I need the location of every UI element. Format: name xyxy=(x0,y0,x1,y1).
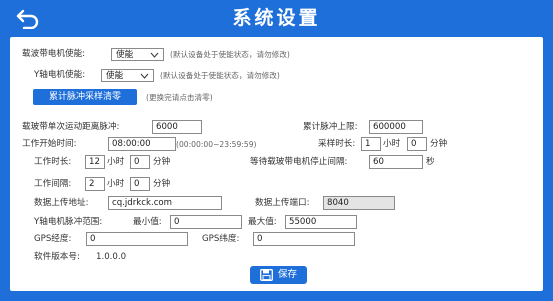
carrier-motor-enable-hint: (默认设备处于使能状态，请勿修改) xyxy=(170,50,290,59)
wait-interval-label: 等待载玻带电机停止间隔: xyxy=(250,157,348,167)
start-time-label: 工作开始时间: xyxy=(22,139,77,149)
y-pulse-max-input[interactable]: 55000 xyxy=(285,215,357,229)
work-hours-input[interactable]: 12 xyxy=(85,155,105,169)
y-pulse-min-input[interactable]: 0 xyxy=(170,215,242,229)
work-hours-unit: 小时 xyxy=(107,157,125,167)
y-motor-enable-select[interactable]: 使能 xyxy=(101,69,154,82)
save-button-label: 保存 xyxy=(278,269,298,280)
sample-hours-unit: 小时 xyxy=(383,139,401,149)
carrier-motor-enable-select[interactable]: 使能 xyxy=(111,48,164,61)
software-version-label: 软件版本号: xyxy=(34,252,80,262)
clear-pulse-button[interactable]: 累计脉冲采样清零 xyxy=(33,89,137,105)
y-motor-enable-value: 使能 xyxy=(106,71,124,81)
save-icon xyxy=(260,269,273,281)
software-version-value: 1.0.0.0 xyxy=(96,252,127,262)
upload-address-label: 数据上传地址: xyxy=(34,198,89,208)
start-time-hint: (00:00:00~23:59:59) xyxy=(176,140,257,149)
sample-duration-label: 采样时长: xyxy=(318,139,356,149)
y-motor-enable-label: Y轴电机使能: xyxy=(34,70,86,80)
settings-panel: 载波带电机使能: 使能 (默认设备处于使能状态，请勿修改) Y轴电机使能: 使能… xyxy=(10,37,543,291)
pulse-limit-label: 累计脉冲上限: xyxy=(303,122,358,132)
wait-interval-input[interactable]: 60 xyxy=(369,155,423,169)
gps-longitude-label: GPS经度: xyxy=(34,234,72,244)
gps-latitude-label: GPS纬度: xyxy=(202,234,240,244)
page-title: 系统设置 xyxy=(232,7,321,29)
interval-hours-unit: 小时 xyxy=(107,179,125,189)
chevron-down-icon xyxy=(140,73,149,79)
sample-hours-input[interactable]: 1 xyxy=(361,137,381,151)
upload-port-label: 数据上传端口: xyxy=(255,198,310,208)
header-bar: 系统设置 xyxy=(0,0,553,37)
y-pulse-min-label: 最小值: xyxy=(133,217,162,227)
sample-minutes-unit: 分钟 xyxy=(430,139,448,149)
y-pulse-max-label: 最大值: xyxy=(248,217,277,227)
chevron-down-icon xyxy=(150,52,159,58)
y-motor-enable-hint: (默认设备处于使能状态，请勿修改) xyxy=(160,71,280,80)
single-pulse-label: 载玻带单次运动距离脉冲: xyxy=(22,122,120,132)
interval-minutes-input[interactable]: 0 xyxy=(130,177,150,191)
upload-address-input[interactable]: cq.jdrkck.com xyxy=(108,196,222,210)
interval-minutes-unit: 分钟 xyxy=(153,179,171,189)
work-interval-label: 工作间隔: xyxy=(34,179,72,189)
single-pulse-input[interactable]: 6000 xyxy=(152,120,202,134)
pulse-limit-input[interactable]: 600000 xyxy=(369,120,423,134)
work-minutes-input[interactable]: 0 xyxy=(130,155,150,169)
interval-hours-input[interactable]: 2 xyxy=(85,177,105,191)
wait-interval-unit: 秒 xyxy=(426,157,435,167)
sample-minutes-input[interactable]: 0 xyxy=(407,137,427,151)
start-time-input[interactable]: 08:00:00 xyxy=(108,137,176,151)
gps-latitude-input[interactable]: 0 xyxy=(253,232,355,246)
save-button[interactable]: 保存 xyxy=(250,266,307,284)
y-pulse-range-label: Y轴电机脉冲范围: xyxy=(34,217,103,227)
work-minutes-unit: 分钟 xyxy=(153,157,171,167)
gps-longitude-input[interactable]: 0 xyxy=(86,232,188,246)
carrier-motor-enable-value: 使能 xyxy=(116,50,134,60)
carrier-motor-enable-label: 载波带电机使能: xyxy=(22,49,86,59)
clear-pulse-hint: (更换完请点击清零) xyxy=(146,93,213,102)
upload-port-input[interactable]: 8040 xyxy=(323,196,395,210)
work-duration-label: 工作时长: xyxy=(34,157,72,167)
